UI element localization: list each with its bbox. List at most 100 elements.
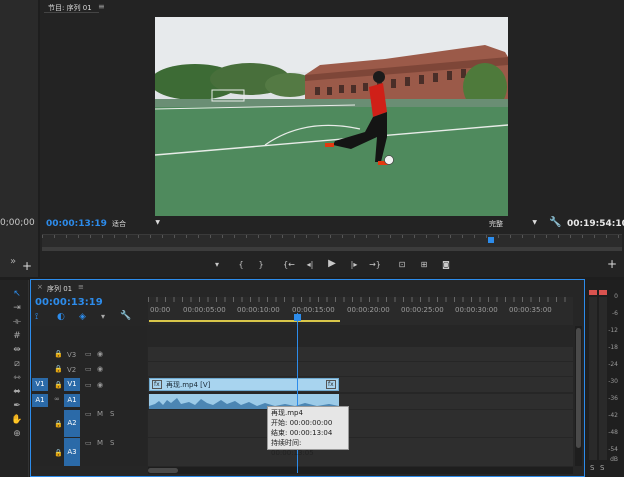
- pen-tool-icon[interactable]: ✒: [10, 400, 24, 412]
- meter-label: -36: [608, 395, 618, 402]
- mark-in-button[interactable]: {: [236, 260, 246, 270]
- scrub-bar[interactable]: [42, 234, 622, 247]
- export-frame-button[interactable]: ◙: [440, 260, 452, 270]
- lock-icon[interactable]: 🔒: [54, 381, 63, 389]
- razor-tool-icon[interactable]: ⧄: [10, 358, 24, 370]
- ruler-label: 00:00:20:00: [347, 306, 390, 314]
- tooltip-duration: 持续时间: 00:00:13:05: [271, 439, 314, 457]
- left-more-icon[interactable]: »: [10, 256, 16, 267]
- linked-selection-icon[interactable]: ◐: [57, 312, 65, 322]
- playhead-icon[interactable]: [488, 237, 494, 243]
- ruler-label: 00:00:05:00: [183, 306, 226, 314]
- track-select-tool-icon[interactable]: ⇥: [10, 302, 24, 314]
- slip-tool-icon[interactable]: ⇿: [10, 372, 24, 384]
- add-marker-button[interactable]: ▾: [212, 260, 222, 270]
- meter-label: -18: [608, 344, 618, 351]
- video-clip[interactable]: fx 再现.mp4 [V] fx: [149, 378, 339, 391]
- timeline-playhead-handle[interactable]: [294, 314, 301, 321]
- lock-icon[interactable]: 🔒: [54, 449, 63, 457]
- step-back-button[interactable]: ◂|: [304, 260, 316, 270]
- ruler-label: 00:00: [150, 306, 171, 314]
- wrench-icon[interactable]: 🔧: [549, 217, 561, 228]
- meter-solo-left[interactable]: S: [590, 464, 594, 472]
- sequence-tab[interactable]: 序列 01: [47, 284, 72, 294]
- eye-icon[interactable]: ◉: [97, 365, 103, 373]
- mute-button[interactable]: M: [97, 439, 103, 447]
- timeline-settings-icon[interactable]: 🔧: [120, 311, 131, 321]
- tooltip-end: 结束: 00:00:13:04: [271, 429, 333, 437]
- meter-label: dB: [610, 456, 618, 463]
- meter-channel-left: [589, 297, 597, 460]
- meter-label: -24: [608, 361, 618, 368]
- lift-button[interactable]: ⊡: [396, 260, 408, 270]
- sequence-tab-menu-icon[interactable]: ≡: [78, 283, 84, 291]
- eye-icon[interactable]: ◉: [97, 350, 103, 358]
- selection-tool-icon[interactable]: ↖: [10, 288, 24, 300]
- ruler-label: 00:00:25:00: [401, 306, 444, 314]
- track-lane-a3: [148, 438, 573, 466]
- go-to-out-button[interactable]: →}: [368, 260, 382, 270]
- marker-icon[interactable]: ▾: [101, 312, 105, 321]
- scrollbar-thumb[interactable]: [576, 328, 581, 448]
- lock-icon[interactable]: 🔒: [54, 420, 63, 428]
- program-timecode-current[interactable]: 00:00:13:19: [46, 219, 107, 229]
- eye-icon[interactable]: ◉: [97, 381, 103, 389]
- link-icon[interactable]: ∞: [54, 395, 60, 403]
- tab-underline: [44, 12, 99, 13]
- step-forward-button[interactable]: |▸: [348, 260, 360, 270]
- left-add-button[interactable]: +: [22, 259, 32, 273]
- hand-tool-icon[interactable]: ✋: [10, 414, 24, 426]
- meter-solo-right[interactable]: S: [600, 464, 604, 472]
- source-patch-v1[interactable]: V1: [32, 378, 48, 391]
- meter-label: 0: [614, 293, 618, 300]
- program-timecode-duration: 00:19:54:10: [567, 219, 624, 229]
- mark-out-button[interactable]: }: [256, 260, 266, 270]
- meter-label: -6: [612, 310, 618, 317]
- track-target-a2[interactable]: A2: [64, 410, 80, 437]
- sequence-timecode[interactable]: 00:00:13:19: [35, 297, 103, 308]
- track-target-a1[interactable]: A1: [64, 394, 80, 407]
- solo-button[interactable]: S: [110, 439, 114, 447]
- scrollbar-thumb[interactable]: [148, 468, 178, 473]
- program-add-button[interactable]: +: [606, 258, 618, 270]
- extract-button[interactable]: ⊞: [418, 260, 430, 270]
- rate-stretch-tool-icon[interactable]: ⇹: [10, 344, 24, 356]
- meter-label: -54: [608, 446, 618, 453]
- mute-button[interactable]: M: [97, 410, 103, 418]
- chevron-down-icon: ▼: [532, 219, 537, 226]
- lock-icon[interactable]: 🔒: [54, 350, 63, 358]
- sync-lock-icon[interactable]: ▭: [85, 365, 92, 373]
- timeline-v-scrollbar[interactable]: [575, 326, 582, 466]
- ruler-ticks: [148, 297, 573, 302]
- sync-lock-icon[interactable]: ▭: [85, 439, 92, 447]
- timeline-close-icon[interactable]: ×: [37, 283, 43, 291]
- rolling-edit-tool-icon[interactable]: #: [10, 330, 24, 342]
- track-target-a3[interactable]: A3: [64, 438, 80, 466]
- source-patch-a1[interactable]: A1: [32, 394, 48, 407]
- play-button[interactable]: ▶: [326, 259, 338, 269]
- video-frame: [155, 17, 508, 216]
- sync-lock-icon[interactable]: ▭: [85, 410, 92, 418]
- solo-button[interactable]: S: [110, 410, 114, 418]
- work-area-bar[interactable]: [149, 320, 340, 322]
- snap-icon[interactable]: ⟟: [35, 312, 38, 322]
- sync-lock-icon[interactable]: ▭: [85, 350, 92, 358]
- lock-icon[interactable]: 🔒: [54, 365, 63, 373]
- zoom-tool-icon[interactable]: ⊕: [10, 428, 24, 440]
- fit-dropdown[interactable]: 适合 ▼: [112, 219, 162, 230]
- add-marker-icon[interactable]: ◈: [79, 312, 86, 322]
- slide-tool-icon[interactable]: ⬌: [10, 386, 24, 398]
- quality-dropdown[interactable]: 完整 ▼: [489, 219, 539, 230]
- program-tab-menu-icon[interactable]: ≡: [98, 2, 105, 11]
- scrub-ticks: [42, 235, 622, 238]
- track-lane-v3: [148, 347, 573, 361]
- go-to-in-button[interactable]: {←: [282, 260, 296, 270]
- track-name-v2: V2: [67, 366, 77, 374]
- meter-label: -48: [608, 429, 618, 436]
- ruler-label: 00:00:35:00: [509, 306, 552, 314]
- timeline-h-scrollbar[interactable]: [148, 467, 573, 474]
- track-target-v1[interactable]: V1: [64, 378, 80, 391]
- meter-label: -42: [608, 412, 618, 419]
- ripple-edit-tool-icon[interactable]: ⟛: [10, 316, 24, 328]
- sync-lock-icon[interactable]: ▭: [85, 381, 92, 389]
